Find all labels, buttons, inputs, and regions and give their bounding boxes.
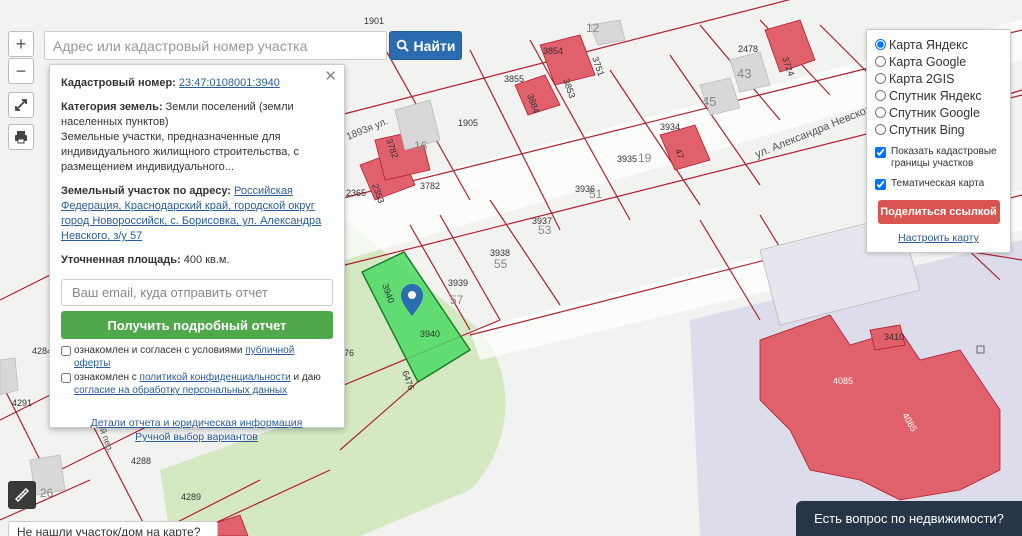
cadastral-number-label: Кадастровый номер: [61, 77, 176, 89]
cadastral-number-row: Кадастровый номер: 23:47:0108001:3940 [61, 76, 332, 91]
map-layers-panel: Карта Яндекс Карта Google Карта 2GIS Спу… [866, 29, 1011, 253]
map-label: 26 [40, 486, 54, 500]
privacy-policy-link[interactable]: политикой конфиденциальности [140, 372, 291, 383]
ruler-button[interactable] [8, 481, 36, 509]
get-report-button[interactable]: Получить подробный отчет [61, 311, 333, 339]
layer-radio[interactable] [875, 56, 886, 67]
map-label: 51 [589, 187, 603, 201]
map-label: 45 [702, 94, 716, 109]
fullscreen-button[interactable] [8, 92, 34, 118]
show-borders-checkbox[interactable] [875, 147, 886, 158]
layer-option[interactable]: Карта Яндекс [875, 36, 1002, 53]
search-button-label: Найти [413, 37, 456, 54]
map-label: 53 [538, 223, 552, 237]
layer-option[interactable]: Спутник Яндекс [875, 87, 1002, 104]
map-label: 1905 [458, 118, 478, 128]
map-label: 4289 [181, 492, 201, 502]
not-found-button[interactable]: Не нашли участок/дом на карте? [8, 521, 218, 536]
land-category-label: Категория земель: [61, 101, 163, 113]
privacy-agreement-row: ознакомлен с политикой конфиденциальност… [61, 371, 332, 397]
layer-radio[interactable] [875, 124, 886, 135]
plus-icon: + [15, 33, 27, 54]
search-button[interactable]: Найти [389, 31, 462, 60]
zoom-in-button[interactable]: + [8, 31, 34, 57]
layer-option[interactable]: Карта 2GIS [875, 70, 1002, 87]
search-box [44, 31, 387, 60]
map-label: 3855 [504, 74, 524, 84]
close-icon[interactable]: ✕ [324, 69, 337, 84]
map-label: 3934 [660, 122, 680, 132]
zoom-out-button[interactable]: − [8, 58, 34, 84]
map-label: 2478 [738, 44, 758, 54]
manual-selection-link[interactable]: Ручной выбор вариантов [135, 431, 258, 443]
share-link-button[interactable]: Поделиться ссылкой [877, 200, 1000, 224]
land-use-description: Земельные участки, предназначенные для и… [61, 131, 299, 173]
minus-icon: − [15, 60, 27, 81]
personal-data-consent-link[interactable]: согласие на обработку персональных данны… [74, 385, 287, 396]
map-label: 76 [344, 348, 354, 358]
map-label: 57 [450, 293, 464, 307]
privacy-agreement-text: ознакомлен с политикой конфиденциальност… [74, 372, 321, 396]
area-row: Уточненная площадь: 400 кв.м. [61, 253, 332, 268]
land-category-row: Категория земель: Земли поселений (земли… [61, 100, 332, 175]
layer-radio[interactable] [875, 39, 886, 50]
map-label: 3854 [543, 46, 563, 56]
map-label: 43 [737, 66, 751, 81]
area-label: Уточненная площадь: [61, 254, 181, 266]
parcel-info-popup: ✕ Кадастровый номер: 23:47:0108001:3940 … [49, 64, 345, 443]
map-label: 4291 [12, 398, 32, 408]
cadastral-number-link[interactable]: 23:47:0108001:3940 [179, 77, 280, 89]
address-row: Земельный участок по адресу: Российская … [61, 184, 332, 244]
layer-radio[interactable] [875, 90, 886, 101]
layer-radio[interactable] [875, 107, 886, 118]
offer-agreement-row: ознакомлен и согласен с условиями публич… [61, 344, 332, 370]
thematic-map-option[interactable]: Тематическая карта [875, 178, 1002, 190]
address-label: Земельный участок по адресу: [61, 185, 231, 197]
map-label: 4288 [131, 456, 151, 466]
search-input[interactable] [44, 31, 387, 60]
map-label: 3940 [420, 329, 440, 339]
report-details-link[interactable]: Детали отчета и юридическая информация [91, 417, 303, 429]
area-value: 400 кв.м. [183, 254, 230, 266]
popup-footer-links: Детали отчета и юридическая информация Р… [61, 416, 332, 444]
ruler-icon [15, 488, 29, 502]
map-label: 2365 [346, 188, 366, 198]
layer-option[interactable]: Карта Google [875, 53, 1002, 70]
offer-agreement-text: ознакомлен и согласен с условиями публич… [74, 345, 295, 369]
configure-map-link[interactable]: Настроить карту [875, 232, 1002, 244]
show-borders-option[interactable]: Показать кадастровые границы участков [875, 146, 1002, 170]
print-button[interactable] [8, 124, 34, 150]
offer-agreement-checkbox[interactable] [61, 346, 71, 356]
map-label: 16 [414, 139, 428, 153]
privacy-agreement-checkbox[interactable] [61, 373, 71, 383]
printer-icon [15, 131, 27, 144]
map-label: 55 [494, 257, 508, 271]
thematic-map-checkbox[interactable] [875, 179, 886, 190]
real-estate-question-button[interactable]: Есть вопрос по недвижимости? [796, 501, 1022, 536]
map-label: 12 [586, 21, 600, 35]
map-label: 3939 [448, 278, 468, 288]
layer-option[interactable]: Спутник Google [875, 104, 1002, 121]
expand-icon [15, 99, 27, 111]
map-label: 3410 [884, 332, 904, 342]
map-label: 3782 [420, 181, 440, 191]
layer-option[interactable]: Спутник Bing [875, 121, 1002, 138]
map-label: 19 [638, 151, 652, 165]
email-field[interactable] [61, 279, 333, 306]
search-icon [396, 39, 409, 52]
map-label: 3935 [617, 154, 637, 164]
map-label: 1901 [364, 16, 384, 26]
layer-radio[interactable] [875, 73, 886, 84]
map-label: 4085 [833, 376, 853, 386]
